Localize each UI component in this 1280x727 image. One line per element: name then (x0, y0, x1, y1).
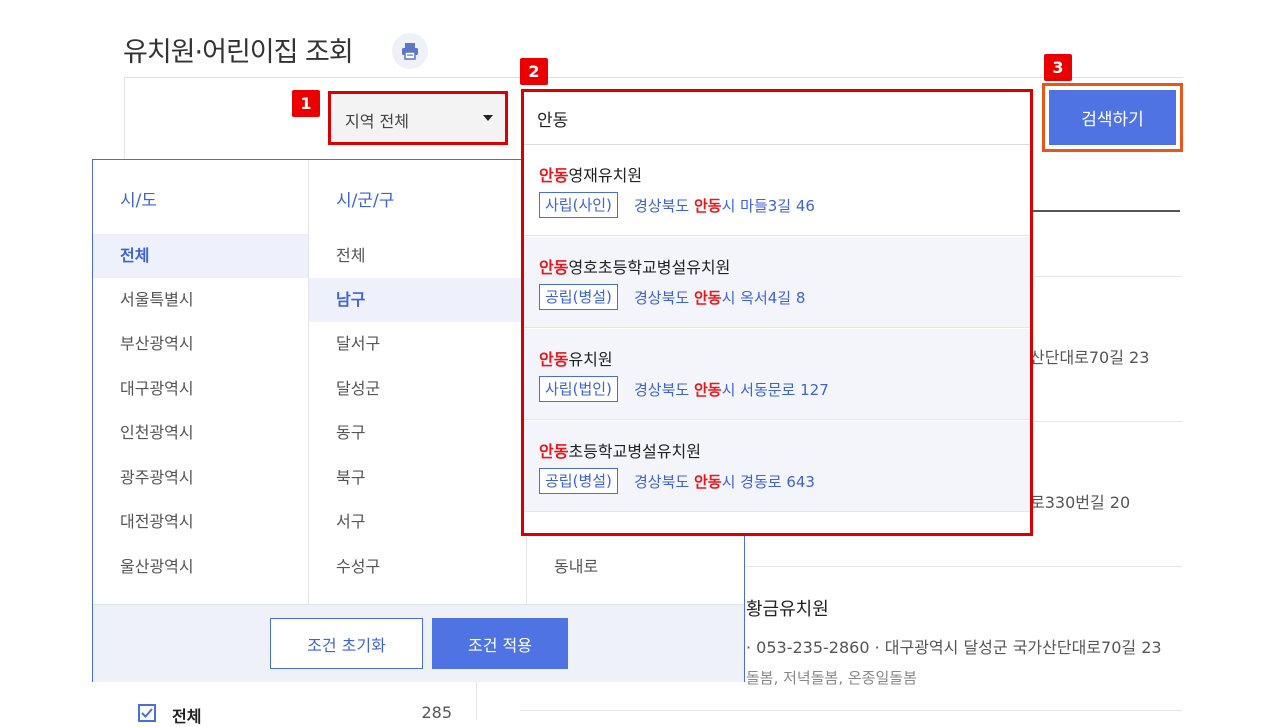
district-item[interactable]: 수성구 (309, 545, 526, 589)
province-item[interactable]: 부산광역시 (93, 322, 308, 366)
suggestion-highlight: 안동 (539, 258, 569, 277)
district-item[interactable]: 전체 (309, 234, 526, 278)
suggestion-name-rest: 영재유치원 (568, 166, 643, 185)
address-prefix: 경상북도 (634, 197, 694, 215)
suggestion-address: 경상북도 안동시 경동로 643 (634, 471, 815, 492)
result-info: · 053-235-2860 · 대구광역시 달성군 국가산단대로70길 23 (746, 638, 1162, 657)
address-prefix: 경상북도 (634, 289, 694, 307)
result-address: 로330번길 20 (1030, 493, 1131, 512)
page-title: 유치원·어린이집 조회 (123, 37, 354, 68)
suggestion-item[interactable]: 안동영재유치원 사립(사인) 경상북도 안동시 마들3길 46 (524, 145, 1030, 236)
caret-down-icon (483, 115, 493, 121)
divider (520, 710, 1182, 711)
marker-2: 2 (520, 58, 548, 85)
suggestion-name: 안동영호초등학교병설유치원 (539, 254, 730, 278)
suggestion-item[interactable]: 안동영호초등학교병설유치원 공립(병설) 경상북도 안동시 옥서4길 8 (524, 237, 1030, 328)
divider (745, 566, 1182, 567)
search-button-frame: 검색하기 (1042, 83, 1183, 152)
district-item[interactable]: 동구 (309, 411, 526, 455)
printer-icon (402, 43, 418, 60)
print-button[interactable] (392, 33, 428, 69)
tab-underline (1030, 210, 1180, 212)
suggestion-item[interactable]: 안동유치원 사립(법인) 경상북도 안동시 서동문로 127 (524, 329, 1030, 420)
result-title[interactable]: 황금유치원 (746, 595, 829, 621)
suggestion-name-rest: 유치원 (568, 350, 613, 369)
district-item[interactable]: 달성군 (309, 367, 526, 411)
suggestion-item-partial[interactable]: 안동꿈 (539, 528, 583, 533)
suggestion-item[interactable]: 안동초등학교병설유치원 공립(병설) 경상북도 안동시 경동로 643 (524, 421, 1030, 512)
suggestion-highlight: 안동 (539, 442, 569, 461)
province-column: 시/도 전체 서울특별시 부산광역시 대구광역시 인천광역시 광주광역시 대전광… (93, 160, 309, 604)
address-rest: 시 서동문로 127 (721, 381, 829, 399)
address-prefix: 경상북도 (634, 381, 694, 399)
address-highlight: 안동 (693, 289, 722, 307)
type-badge: 공립(병설) (539, 468, 618, 494)
search-button[interactable]: 검색하기 (1049, 90, 1176, 145)
district-item[interactable]: 서구 (309, 500, 526, 544)
road-item[interactable]: 동내로 (527, 545, 744, 589)
filter-label: 전체 (172, 707, 202, 726)
reset-conditions-button[interactable]: 조건 초기화 (270, 618, 423, 669)
province-item[interactable]: 대전광역시 (93, 500, 308, 544)
filter-all-row[interactable]: 전체 285 (138, 700, 458, 726)
suggestion-highlight: 안동 (539, 350, 569, 369)
region-select-value: 지역 전체 (345, 112, 409, 131)
province-item[interactable]: 서울특별시 (93, 278, 308, 322)
address-rest: 시 마들3길 46 (721, 197, 815, 215)
type-badge: 사립(사인) (539, 192, 618, 218)
district-column: 시/군/구 전체 남구 달서구 달성군 동구 북구 서구 수성구 (309, 160, 527, 604)
province-item[interactable]: 인천광역시 (93, 411, 308, 455)
suggestion-name-rest: 초등학교병설유치원 (568, 442, 701, 461)
result-address: 산단대로70길 23 (1030, 348, 1150, 367)
suggestion-name: 안동초등학교병설유치원 (539, 438, 701, 462)
address-rest: 시 경동로 643 (721, 473, 815, 491)
dropdown-footer: 조건 초기화 조건 적용 (93, 604, 744, 682)
search-autocomplete: 안동영재유치원 사립(사인) 경상북도 안동시 마들3길 46 안동영호초등학교… (521, 89, 1033, 536)
search-input[interactable] (524, 92, 1030, 144)
type-badge: 사립(법인) (539, 376, 618, 402)
result-care: 돌봄, 저녁돌봄, 온종일돌봄 (746, 669, 917, 687)
suggestion-address: 경상북도 안동시 옥서4길 8 (634, 287, 805, 308)
divider (476, 682, 477, 720)
address-highlight: 안동 (693, 381, 722, 399)
province-item[interactable]: 울산광역시 (93, 545, 308, 589)
suggestion-name-rest: 영호초등학교병설유치원 (568, 258, 731, 277)
suggestion-name: 안동유치원 (539, 346, 613, 370)
address-highlight: 안동 (693, 473, 722, 491)
suggestion-address: 경상북도 안동시 서동문로 127 (634, 379, 829, 400)
marker-1: 1 (292, 90, 320, 117)
type-badge: 공립(병설) (539, 284, 618, 310)
divider (1034, 421, 1182, 422)
divider (1034, 276, 1182, 277)
suggestion-name: 안동영재유치원 (539, 162, 642, 186)
address-rest: 시 옥서4길 8 (721, 289, 806, 307)
region-select[interactable]: 지역 전체 (328, 91, 508, 145)
province-item[interactable]: 광주광역시 (93, 456, 308, 500)
suggestion-highlight: 안동 (539, 166, 569, 185)
district-item[interactable]: 남구 (309, 278, 526, 322)
suggestion-address: 경상북도 안동시 마들3길 46 (634, 195, 815, 216)
checkbox[interactable] (138, 704, 156, 722)
province-item[interactable]: 전체 (93, 234, 308, 278)
address-highlight: 안동 (693, 197, 722, 215)
filter-count: 285 (421, 703, 452, 722)
marker-3: 3 (1044, 54, 1072, 81)
district-item[interactable]: 북구 (309, 456, 526, 500)
province-header: 시/도 (120, 191, 158, 211)
district-item[interactable]: 달서구 (309, 322, 526, 366)
district-header: 시/군/구 (336, 191, 395, 211)
check-icon (141, 708, 153, 718)
address-prefix: 경상북도 (634, 473, 694, 491)
province-item[interactable]: 대구광역시 (93, 367, 308, 411)
apply-conditions-button[interactable]: 조건 적용 (432, 618, 568, 669)
